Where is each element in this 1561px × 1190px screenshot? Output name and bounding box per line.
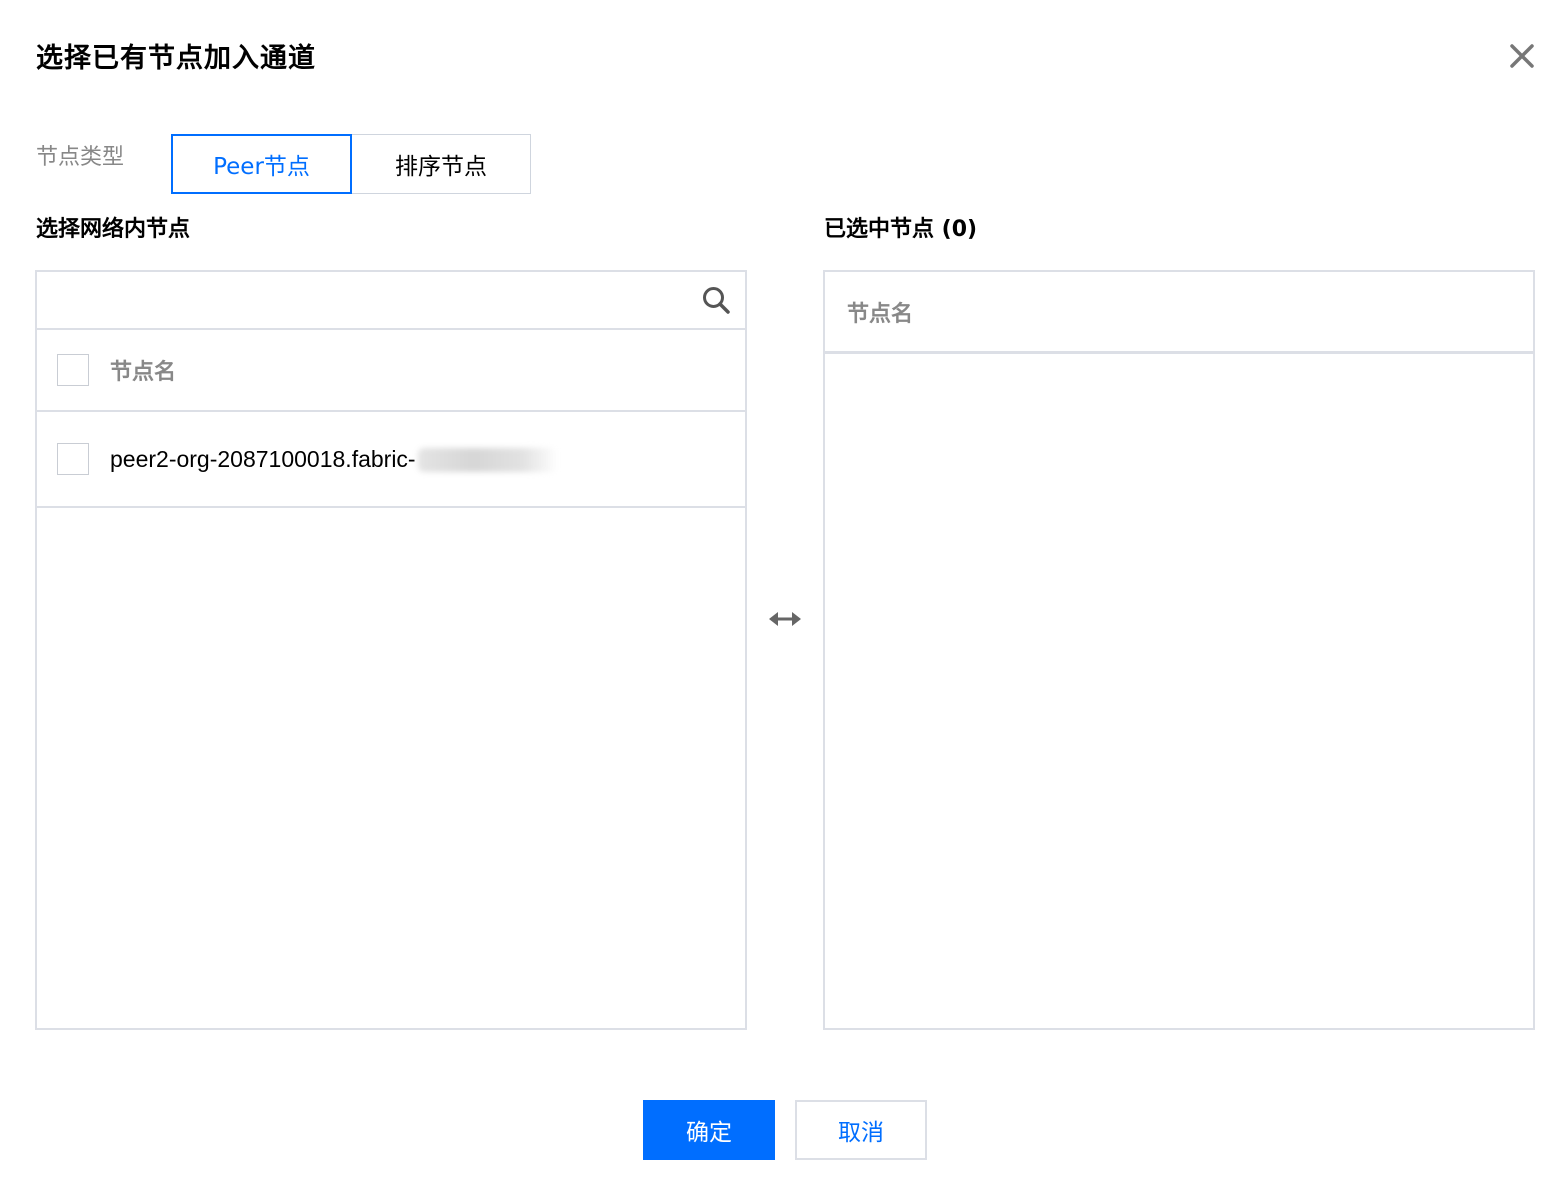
node-type-label: 节点类型 xyxy=(36,145,125,170)
add-node-to-channel-dialog: 选择已有节点加入通道 节点类型 Peer节点 排序节点 选择网络内节点 已选中节… xyxy=(0,0,1561,1190)
left-panel-title: 选择网络内节点 xyxy=(36,217,191,242)
table-row[interactable]: peer2-org-2087100018.fabric- xyxy=(37,412,745,508)
column-header-node-name: 节点名 xyxy=(110,360,177,385)
row-checkbox[interactable] xyxy=(57,443,89,475)
selected-column-header-node-name: 节点名 xyxy=(847,301,914,327)
close-icon xyxy=(1510,44,1534,68)
cancel-button[interactable]: 取消 xyxy=(795,1100,927,1160)
selected-table-header-row: 节点名 xyxy=(825,272,1533,354)
search-bar xyxy=(37,272,745,330)
node-type-option-peer[interactable]: Peer节点 xyxy=(171,134,352,194)
dialog-title: 选择已有节点加入通道 xyxy=(36,43,316,74)
redacted-text xyxy=(417,448,558,473)
node-type-segmented-control: Peer节点 排序节点 xyxy=(171,134,531,194)
node-name: peer2-org-2087100018.fabric- xyxy=(110,446,558,473)
node-type-option-orderer[interactable]: 排序节点 xyxy=(352,134,531,194)
close-button[interactable] xyxy=(1506,40,1538,72)
select-all-checkbox[interactable] xyxy=(57,354,89,386)
node-name-text: peer2-org-2087100018.fabric- xyxy=(110,445,416,472)
right-panel-title: 已选中节点 (0) xyxy=(824,217,978,242)
swap-horizontal-icon xyxy=(769,612,801,626)
confirm-button[interactable]: 确定 xyxy=(643,1100,775,1160)
selected-nodes-panel: 节点名 xyxy=(823,270,1535,1030)
search-icon[interactable] xyxy=(701,285,731,315)
available-nodes-panel: 节点名 peer2-org-2087100018.fabric- xyxy=(35,270,747,1030)
table-header-row: 节点名 xyxy=(37,330,745,412)
search-input[interactable] xyxy=(37,272,677,328)
